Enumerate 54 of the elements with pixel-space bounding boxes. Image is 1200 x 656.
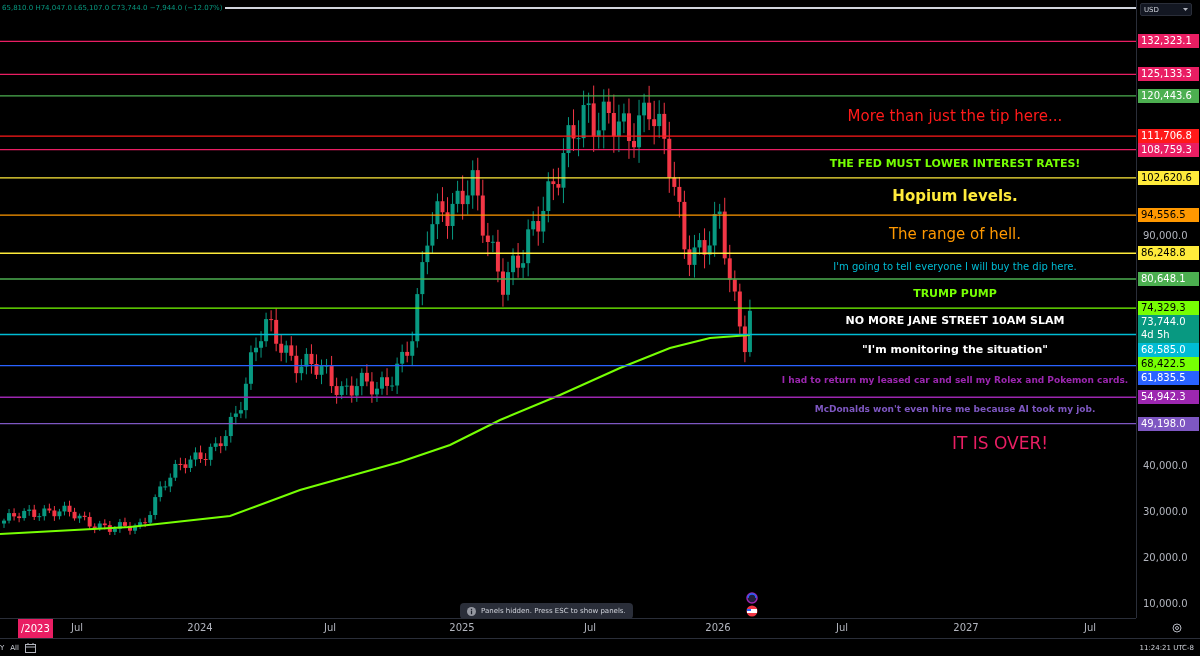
time-tick: Jul (69, 622, 85, 633)
time-tick: 2024 (186, 622, 214, 633)
time-tick: 2025 (448, 622, 476, 633)
price-text: 73,744.0 (1141, 315, 1187, 329)
price-label: 80,648.1 (1138, 272, 1199, 286)
price-label: 94,556.5 (1138, 208, 1199, 223)
time-tick: Jul (1082, 622, 1098, 633)
annotation-text: Hopium levels. (891, 188, 1019, 205)
price-label: 74,329.3 (1138, 301, 1199, 316)
price-tick: 40,000.0 (1143, 459, 1188, 473)
price-label: 111,706.8 (1138, 129, 1199, 144)
price-tick: 20,000.0 (1143, 551, 1188, 565)
price-label: 125,133.3 (1138, 67, 1199, 82)
price-tick: 30,000.0 (1143, 505, 1188, 519)
annotation-text: The range of hell. (887, 225, 1023, 243)
time-tick: /2023 (18, 619, 53, 638)
annotation-text: More than just the tip here... (846, 107, 1064, 125)
level-line[interactable] (0, 73, 1136, 76)
price-label: 68,422.5 (1138, 357, 1199, 372)
annotation-text: McDonalds won't even hire me because AI took my job. (813, 405, 1097, 416)
level-line[interactable] (0, 364, 1136, 367)
price-label: 108,759.3 (1138, 143, 1199, 158)
countdown-text: 4d 5h (1141, 328, 1171, 342)
price-tick: 10,000.0 (1143, 597, 1188, 611)
level-line[interactable] (0, 333, 1136, 336)
annotation-text: I had to return my leased car and sell my Rolex and Pokemon cards. (780, 376, 1130, 387)
price-label: 132,323.1 (1138, 34, 1199, 49)
price-label: 102,620.6 (1138, 170, 1199, 185)
time-tick: Jul (322, 622, 338, 633)
price-tick: 90,000.0 (1143, 229, 1188, 243)
annotation-text: "I'm monitoring the situation" (861, 344, 1049, 357)
time-tick: 2027 (952, 622, 980, 633)
annotation-text: IT IS OVER! (950, 433, 1050, 453)
caret-icon (1183, 8, 1188, 11)
time-tick: Jul (834, 622, 850, 633)
settings-icon[interactable] (1172, 623, 1182, 633)
time-tick: Jul (582, 622, 598, 633)
annotation-text: NO MORE JANE STREET 10AM SLAM (844, 315, 1066, 328)
price-label: 49,198.0 (1138, 416, 1199, 431)
calendar-icon[interactable] (24, 642, 36, 653)
annotation-text: TRUMP PUMP (912, 287, 998, 300)
time-tick: 2026 (704, 622, 732, 633)
level-line[interactable] (0, 423, 1136, 425)
annotation-text: I'm going to tell everyone I will buy the dip here. (832, 260, 1078, 272)
event-icon[interactable] (746, 592, 758, 604)
price-label: 68,585.0 (1138, 343, 1199, 358)
price-label: 61,835.5 (1138, 371, 1199, 386)
level-line[interactable] (0, 40, 1136, 42)
price-label: 120,443.6 (1138, 88, 1199, 103)
level-line[interactable] (0, 149, 1136, 151)
flag-icon[interactable] (746, 605, 758, 617)
price-label: 86,248.8 (1138, 246, 1199, 261)
price-label: 54,942.3 (1138, 390, 1199, 405)
annotation-text: THE FED MUST LOWER INTEREST RATES! (828, 157, 1082, 170)
